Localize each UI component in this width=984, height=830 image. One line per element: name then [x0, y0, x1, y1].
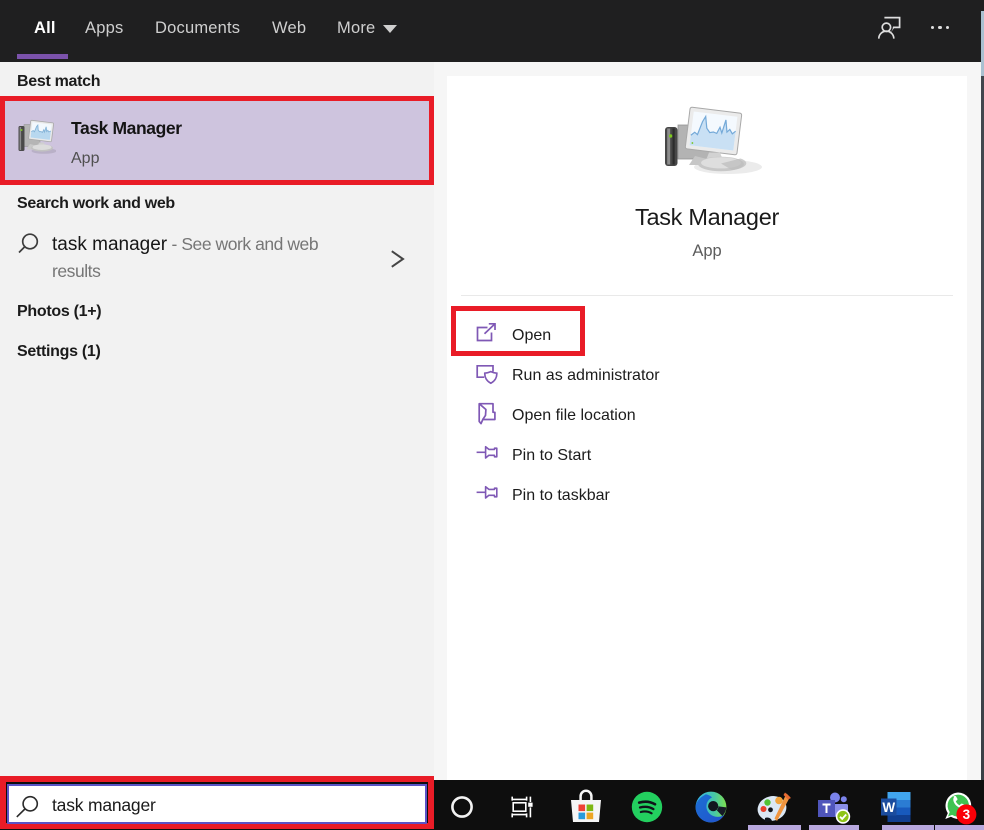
svg-text:3: 3 [963, 807, 971, 822]
svg-text:W: W [882, 800, 895, 815]
